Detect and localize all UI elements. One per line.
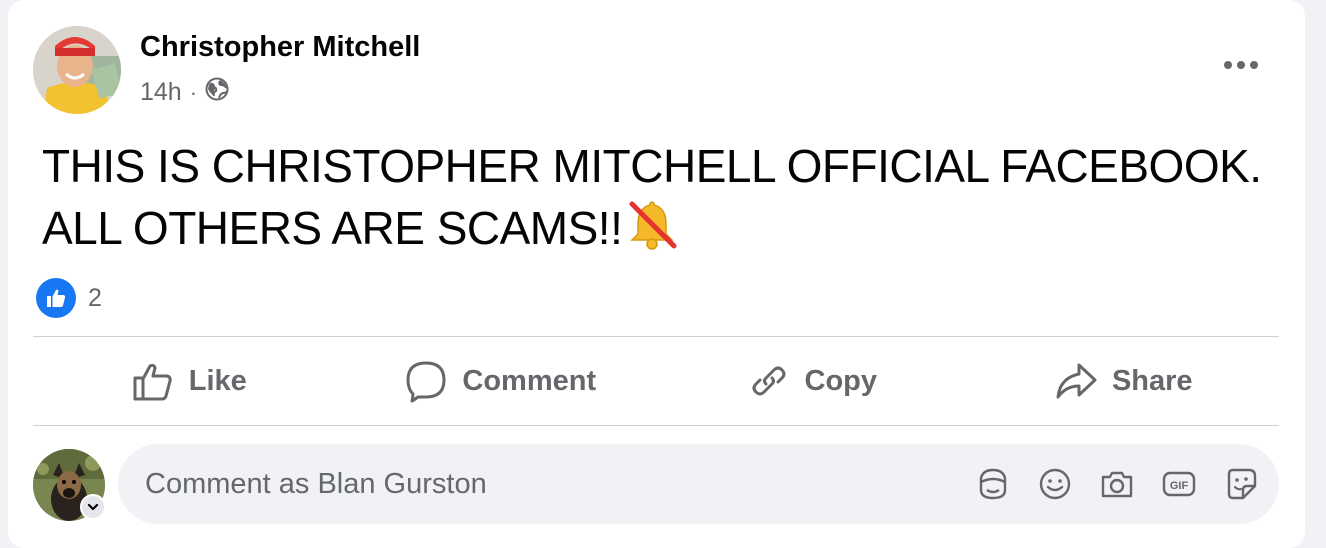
meta-separator: · bbox=[189, 79, 198, 105]
post-meta: 14h · bbox=[140, 77, 229, 108]
more-options-icon[interactable] bbox=[1218, 50, 1264, 80]
comment-label: Comment bbox=[462, 364, 597, 397]
reactions-summary[interactable]: 2 bbox=[36, 278, 102, 318]
like-reaction-icon bbox=[36, 278, 76, 318]
post-timestamp[interactable]: 14h bbox=[140, 78, 182, 107]
gif-icon[interactable]: GIF bbox=[1161, 466, 1197, 502]
globe-icon[interactable] bbox=[205, 77, 229, 108]
camera-icon[interactable] bbox=[1099, 466, 1135, 502]
post-card: Christopher Mitchell 14h · THIS IS CHRIS… bbox=[8, 0, 1305, 548]
share-arrow-icon bbox=[1056, 363, 1097, 399]
link-icon bbox=[752, 366, 785, 396]
comment-button[interactable]: Comment bbox=[345, 337, 657, 425]
comment-bubble-icon bbox=[406, 361, 446, 403]
avatar-sticker-icon[interactable] bbox=[975, 466, 1011, 502]
emoji-icon[interactable] bbox=[1037, 466, 1073, 502]
thumbs-up-icon bbox=[133, 363, 172, 401]
reaction-count: 2 bbox=[88, 283, 102, 312]
author-name[interactable]: Christopher Mitchell bbox=[140, 31, 420, 64]
no-bell-emoji bbox=[624, 196, 680, 252]
like-button[interactable]: Like bbox=[33, 337, 345, 425]
comment-tools: GIF bbox=[975, 466, 1259, 502]
divider bbox=[33, 425, 1279, 426]
action-bar: Like Comment Copy Share bbox=[33, 337, 1279, 425]
comment-input[interactable] bbox=[145, 467, 925, 501]
author-avatar[interactable] bbox=[33, 26, 121, 114]
copy-label: Copy bbox=[804, 364, 878, 397]
post-text: THIS IS CHRISTOPHER MITCHELL OFFICIAL FA… bbox=[42, 136, 1272, 258]
copy-button[interactable]: Copy bbox=[656, 337, 968, 425]
sticker-icon[interactable] bbox=[1223, 466, 1259, 502]
share-button[interactable]: Share bbox=[968, 337, 1280, 425]
comment-box: GIF bbox=[118, 444, 1279, 524]
svg-text:GIF: GIF bbox=[1170, 480, 1189, 492]
like-label: Like bbox=[188, 364, 247, 397]
share-label: Share bbox=[1111, 364, 1193, 397]
chevron-down-icon[interactable] bbox=[80, 494, 106, 520]
